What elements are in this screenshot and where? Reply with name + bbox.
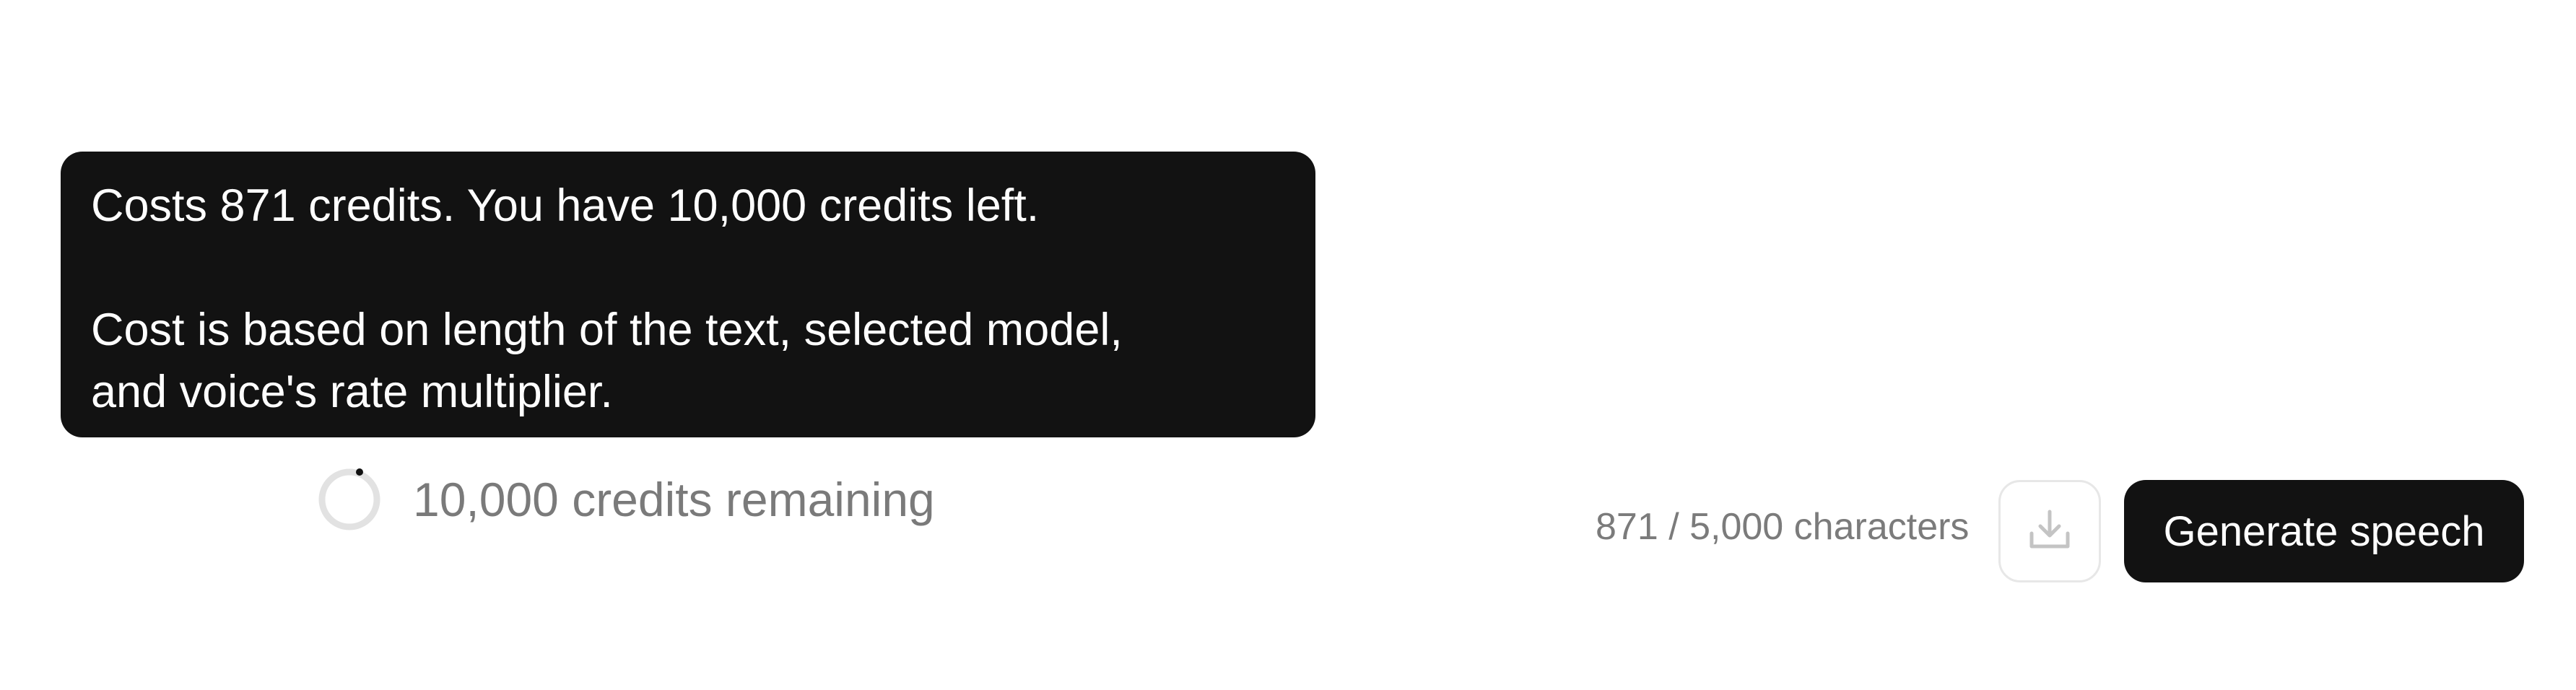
download-button[interactable] [1998,480,2101,582]
download-icon [2029,510,2070,549]
credits-tooltip: Costs 871 credits. You have 10,000 credi… [61,152,1315,437]
credits-progress-ring-icon [318,468,380,530]
tooltip-explanation-line-1: Cost is based on length of the text, sel… [91,305,1123,355]
generate-speech-button[interactable]: Generate speech [2124,480,2524,582]
credits-remaining-label: 10,000 credits remaining [413,473,935,526]
tooltip-spacer [91,237,1287,299]
credits-remaining[interactable]: 10,000 credits remaining [315,463,935,536]
character-count: 871 / 5,000 characters [1596,506,1970,548]
tooltip-explanation-line-2: and voice's rate multiplier. [91,367,613,417]
tooltip-cost-line: Costs 871 credits. You have 10,000 credi… [91,180,1040,231]
